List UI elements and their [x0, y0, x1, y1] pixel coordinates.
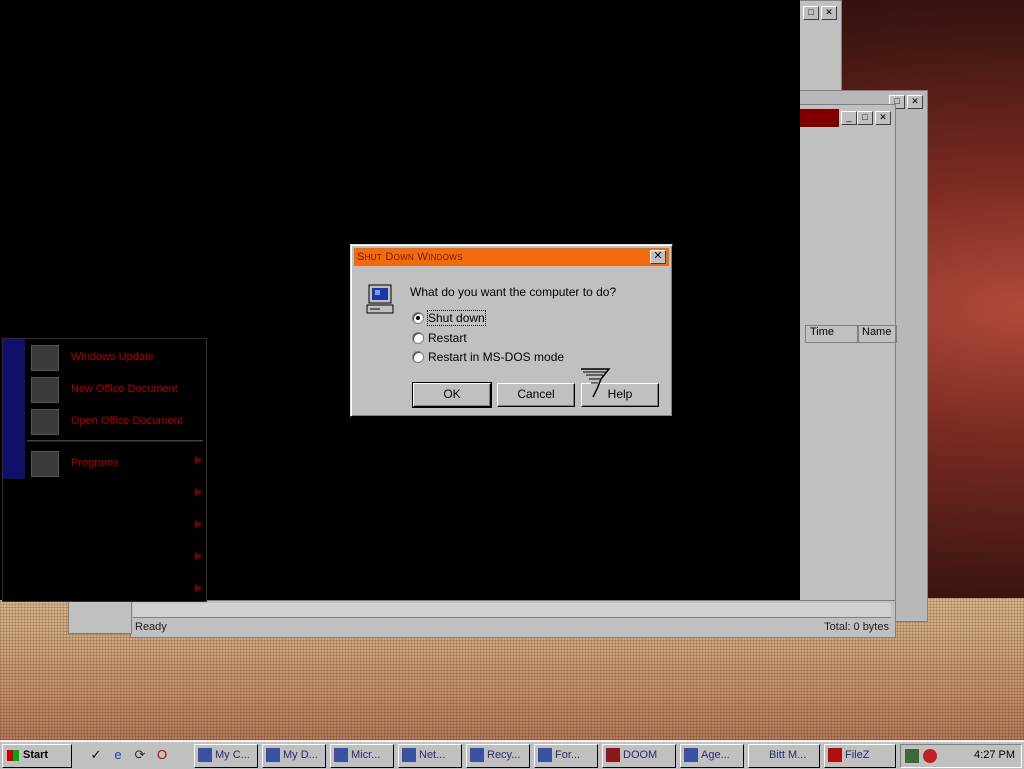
task-recycle-bin[interactable]: Recy... — [466, 744, 530, 768]
horizontal-scrollbar[interactable] — [133, 603, 891, 618]
task-label: Age... — [701, 749, 730, 761]
task-label: Recy... — [487, 749, 521, 761]
task-filezilla[interactable]: FileZ — [824, 744, 896, 768]
submenu-arrow-icon: ▶ — [195, 455, 203, 466]
submenu-arrow-icon: ▶ — [195, 583, 203, 594]
filezilla-icon — [828, 748, 842, 762]
submenu-arrow-icon: ▶ — [195, 551, 203, 562]
close-button[interactable]: ✕ — [875, 111, 891, 125]
menu-item-new-office-document[interactable]: New Office Document — [31, 375, 201, 403]
computer-icon — [366, 284, 394, 314]
task-label: My D... — [283, 749, 318, 761]
cancel-button[interactable]: Cancel — [497, 383, 575, 407]
radio-button[interactable] — [412, 312, 424, 324]
option-label: Shut down — [427, 310, 486, 326]
dialog-question: What do you want the computer to do? — [410, 285, 617, 299]
task-network[interactable]: Net... — [398, 744, 462, 768]
close-button[interactable]: ✕ — [907, 95, 923, 109]
status-text-left: Ready — [135, 621, 167, 633]
close-button[interactable]: ✕ — [650, 250, 666, 264]
start-button[interactable]: Start — [2, 744, 72, 768]
windows-update-icon — [31, 345, 59, 371]
background-window-explorer: _ □ ✕ Time Name — [798, 104, 897, 636]
background-window-top: □ ✕ — [798, 0, 842, 92]
maximize-button[interactable]: □ — [803, 6, 819, 20]
programs-icon — [31, 451, 59, 477]
dialog-titlebar[interactable]: Shut Down Windows ✕ — [354, 248, 669, 266]
menu-item-label: Windows Update — [71, 351, 155, 363]
task-folder[interactable]: For... — [534, 744, 598, 768]
start-menu-banner — [3, 339, 25, 479]
task-my-computer[interactable]: My C... — [194, 744, 258, 768]
shutdown-dialog: Shut Down Windows ✕ What do you want the… — [350, 244, 673, 417]
column-header-time[interactable]: Time — [805, 325, 859, 343]
app-icon — [752, 748, 766, 762]
window-titlebar — [799, 109, 839, 127]
opera-icon[interactable]: O — [154, 747, 170, 763]
windows-logo-icon — [7, 750, 19, 761]
minimize-button[interactable]: _ — [841, 111, 857, 125]
dialog-title: Shut Down Windows — [357, 251, 463, 263]
column-header-name[interactable]: Name — [857, 325, 897, 343]
folder-icon — [538, 748, 552, 762]
task-age[interactable]: Age... — [680, 744, 744, 768]
menu-item-open-office-document[interactable]: Open Office Document — [31, 407, 201, 435]
network-icon — [402, 748, 416, 762]
background-window-fragment — [68, 600, 132, 634]
office-document-icon — [31, 377, 59, 403]
menu-separator — [27, 440, 203, 442]
task-label: Bitt M... — [769, 749, 807, 761]
task-label: Micr... — [351, 749, 381, 761]
radio-button[interactable] — [412, 332, 424, 344]
status-text-right: Total: 0 bytes — [824, 621, 889, 633]
option-label: Restart in MS-DOS mode — [428, 350, 565, 364]
folder-icon — [266, 748, 280, 762]
menu-item-windows-update[interactable]: Windows Update — [31, 343, 201, 371]
tornado-cursor-icon — [581, 368, 611, 398]
task-microsoft[interactable]: Micr... — [330, 744, 394, 768]
game-icon — [684, 748, 698, 762]
task-label: My C... — [215, 749, 250, 761]
internet-explorer-icon[interactable]: e — [110, 747, 126, 763]
menu-item-programs[interactable]: Programs — [31, 449, 201, 477]
task-doom[interactable]: DOOM — [602, 744, 676, 768]
maximize-button[interactable]: □ — [857, 111, 873, 125]
option-label: Restart — [428, 331, 467, 345]
submenu-arrow-icon: ▶ — [195, 519, 203, 530]
ok-button[interactable]: OK — [412, 382, 492, 408]
channels-icon[interactable]: ⟳ — [132, 747, 148, 763]
taskbar: Start ✓ e ⟳ O My C... My D... Micr... Ne… — [0, 740, 1024, 769]
clock[interactable]: 4:27 PM — [974, 749, 1015, 761]
start-menu: Windows Update New Office Document Open … — [2, 338, 207, 602]
globe-icon — [334, 748, 348, 762]
recycle-bin-icon — [470, 748, 484, 762]
network-tray-icon[interactable] — [905, 749, 919, 763]
show-desktop-icon[interactable]: ✓ — [88, 747, 104, 763]
task-label: Net... — [419, 749, 446, 761]
menu-item-label: New Office Document — [71, 383, 178, 395]
close-button[interactable]: ✕ — [821, 6, 837, 20]
task-bitt[interactable]: Bitt M... — [748, 744, 820, 768]
open-folder-icon — [31, 409, 59, 435]
menu-item-label: Programs — [71, 457, 119, 469]
system-tray: 4:27 PM — [900, 744, 1022, 768]
computer-icon — [198, 748, 212, 762]
background-status-bar: Ready Total: 0 bytes — [130, 600, 896, 638]
antivirus-tray-icon[interactable] — [923, 749, 937, 763]
menu-item-label: Open Office Document — [71, 415, 183, 427]
submenu-arrow-icon: ▶ — [195, 487, 203, 498]
radio-button[interactable] — [412, 351, 424, 363]
task-label: For... — [555, 749, 581, 761]
task-my-documents[interactable]: My D... — [262, 744, 326, 768]
start-label: Start — [23, 749, 49, 761]
doom-icon — [606, 748, 620, 762]
task-label: FileZ — [845, 749, 870, 761]
task-label: DOOM — [623, 749, 658, 761]
